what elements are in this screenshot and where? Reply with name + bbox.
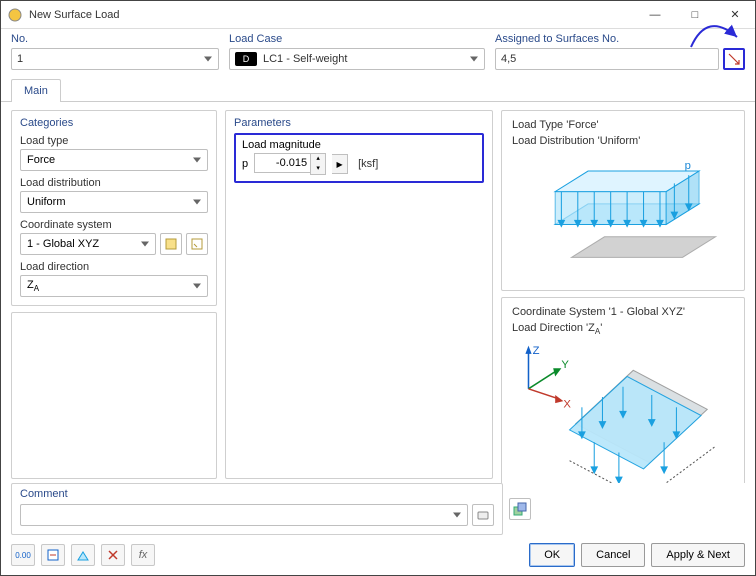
svg-text:Z: Z — [533, 345, 540, 357]
spinner-up[interactable]: ▴ — [311, 154, 325, 164]
load-type-label: Load type — [20, 135, 208, 147]
no-field[interactable]: 1 — [11, 48, 219, 70]
preview-p-label: p — [685, 160, 691, 172]
assigned-label: Assigned to Surfaces No. — [495, 33, 745, 45]
load-magnitude-unit: [ksf] — [358, 158, 378, 170]
comment-field[interactable] — [20, 504, 468, 526]
cancel-button[interactable]: Cancel — [581, 543, 645, 567]
coord-axes-icon: Z Y X — [525, 345, 571, 410]
load-magnitude-spinner[interactable]: ▴ ▾ — [254, 153, 326, 175]
preview-1-image: p — [510, 149, 736, 286]
preview-1-line-1: Load Type Force — [512, 119, 736, 131]
window-title: New Surface Load — [29, 9, 635, 21]
spinner-down[interactable]: ▾ — [311, 164, 325, 174]
svg-text:Y: Y — [561, 359, 569, 371]
parameters-title: Parameters — [234, 117, 484, 129]
no-value: 1 — [17, 53, 23, 65]
coord-sys-new-button[interactable] — [160, 233, 182, 255]
load-dir-label: Load direction — [20, 261, 208, 273]
loadcase-label: Load Case — [229, 33, 485, 45]
title-bar: New Surface Load — □ ✕ — [1, 1, 755, 29]
coord-sys-label: Coordinate system — [20, 219, 208, 231]
ok-button[interactable]: OK — [529, 543, 575, 567]
delete-icon[interactable] — [101, 544, 125, 566]
categories-spacer — [11, 312, 217, 479]
preview-2-line-2: Load Direction 'ZA' — [512, 322, 736, 336]
load-dist-select[interactable]: Uniform — [20, 191, 208, 213]
load-magnitude-group: Load magnitude p ▴ ▾ ▶ [ksf] — [234, 133, 484, 183]
load-dir-value: ZA — [27, 279, 39, 293]
categories-panel: Categories Load type Force Load distribu… — [11, 110, 217, 306]
load-magnitude-input[interactable] — [254, 153, 310, 173]
units-icon[interactable]: 0.00 — [11, 544, 35, 566]
assigned-value: 4,5 — [501, 53, 516, 65]
minimize-button[interactable]: — — [635, 1, 675, 29]
app-icon — [7, 7, 23, 23]
param-symbol: p — [242, 158, 248, 170]
parameters-panel: Parameters Load magnitude p ▴ ▾ ▶ — [225, 110, 493, 479]
load-dist-value: Uniform — [27, 196, 66, 208]
load-dir-select[interactable]: ZA — [20, 275, 208, 297]
preview-2-line-1: Coordinate System 1 - Global XYZ — [512, 306, 736, 318]
show-icon[interactable] — [71, 544, 95, 566]
load-dist-label: Load distribution — [20, 177, 208, 189]
no-label: No. — [11, 33, 219, 45]
comment-panel: Comment — [11, 483, 503, 535]
step-next-button[interactable]: ▶ — [332, 154, 348, 174]
preview-2-panel: Coordinate System 1 - Global XYZ Load Di… — [501, 297, 745, 483]
preview-1-panel: Load Type Force Load Distribution Unifor… — [501, 110, 745, 291]
load-type-select[interactable]: Force — [20, 149, 208, 171]
comment-title: Comment — [20, 488, 494, 500]
calc-icon[interactable] — [41, 544, 65, 566]
preview-2-image: Z Y X — [510, 338, 736, 483]
svg-text:X: X — [563, 398, 571, 410]
coord-sys-select[interactable]: 1 - Global XYZ — [20, 233, 156, 255]
comment-pick-button[interactable] — [472, 504, 494, 526]
load-magnitude-label: Load magnitude — [242, 139, 476, 151]
close-button[interactable]: ✕ — [715, 1, 755, 29]
loadcase-field[interactable]: D LC1 - Self-weight — [229, 48, 485, 70]
coord-sys-value: 1 - Global XYZ — [27, 238, 99, 250]
maximize-button[interactable]: □ — [675, 1, 715, 29]
assigned-field[interactable]: 4,5 — [495, 48, 719, 70]
preview-options-button[interactable] — [509, 498, 531, 520]
coord-sys-edit-button[interactable] — [186, 233, 208, 255]
pick-surfaces-button[interactable] — [723, 48, 745, 70]
loadcase-swatch: D — [235, 52, 257, 66]
categories-title: Categories — [20, 117, 208, 129]
load-type-value: Force — [27, 154, 55, 166]
fx-icon[interactable]: fx — [131, 544, 155, 566]
apply-next-button[interactable]: Apply & Next — [651, 543, 745, 567]
loadcase-value: LC1 - Self-weight — [263, 53, 347, 65]
preview-1-line-2: Load Distribution Uniform — [512, 135, 736, 147]
tab-main[interactable]: Main — [11, 79, 61, 102]
